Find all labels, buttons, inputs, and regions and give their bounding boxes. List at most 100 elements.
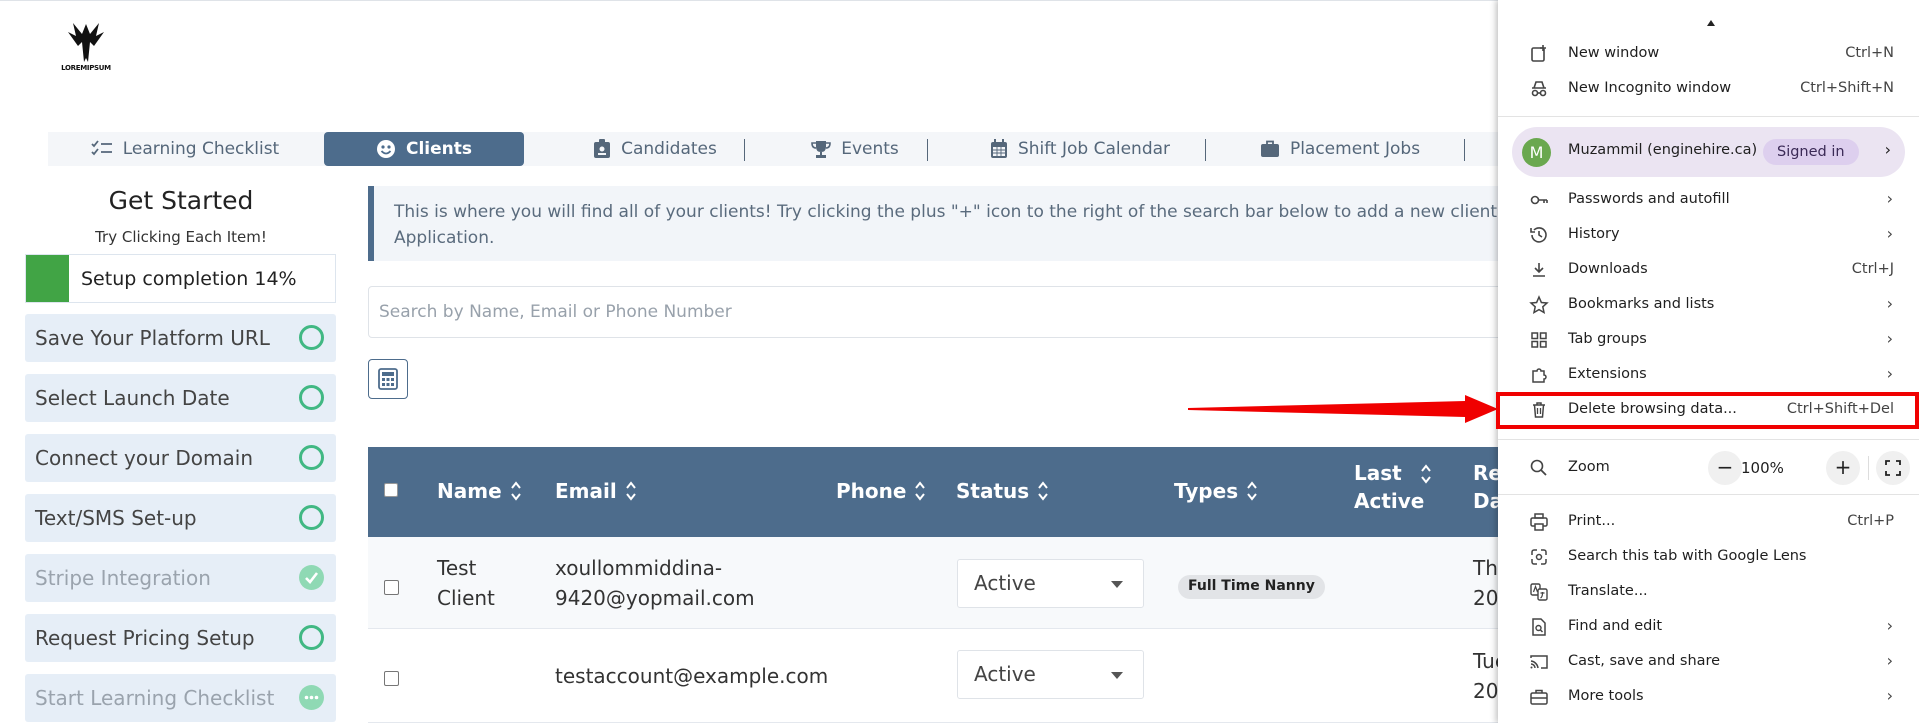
sort-icon	[915, 481, 926, 501]
smile-icon	[376, 140, 395, 158]
profile-chip[interactable]: M Muzammil (enginehire.ca) Signed in ›	[1512, 127, 1905, 177]
menu-item-history[interactable]: History ›	[1498, 219, 1919, 251]
chevron-right-icon: ›	[1884, 140, 1891, 159]
menu-item-extensions[interactable]: Extensions ›	[1498, 359, 1919, 391]
nav-divider	[1205, 139, 1206, 161]
task-stripe-integration[interactable]: Stripe Integration	[25, 554, 336, 602]
column-header-name[interactable]: Name	[437, 479, 522, 503]
trophy-icon	[811, 141, 832, 158]
tab-label: Shift Job Calendar	[1017, 139, 1171, 159]
brand-logo[interactable]: LOREMIPSUM	[60, 20, 112, 78]
task-save-platform-url[interactable]: Save Your Platform URL	[25, 314, 336, 362]
history-icon	[1530, 227, 1547, 243]
caret-down-icon	[1111, 672, 1123, 679]
menu-label: Passwords and autofill	[1568, 191, 1730, 207]
task-select-launch-date[interactable]: Select Launch Date	[25, 374, 336, 422]
caret-up-icon	[1707, 20, 1715, 26]
tab-groups-icon	[1531, 332, 1547, 348]
menu-item-google-lens[interactable]: Search this tab with Google Lens	[1498, 541, 1919, 573]
cast-icon	[1530, 655, 1548, 669]
progress-label: Setup completion 14%	[81, 268, 297, 290]
zoom-out-button[interactable]: −	[1708, 451, 1742, 485]
menu-divider	[1498, 116, 1919, 117]
sort-icon[interactable]	[1420, 463, 1432, 485]
menu-label: Print...	[1568, 513, 1616, 529]
menu-item-passwords[interactable]: Passwords and autofill ›	[1498, 184, 1919, 216]
menu-shortcut: Ctrl+P	[1847, 513, 1894, 529]
task-request-pricing-setup[interactable]: Request Pricing Setup	[25, 614, 336, 662]
status-value: Active	[974, 571, 1036, 595]
nav-divider	[744, 139, 745, 161]
menu-label: Downloads	[1568, 261, 1648, 277]
get-started-title: Get Started	[108, 186, 254, 215]
tab-learning-checklist[interactable]: Learning Checklist	[90, 132, 280, 166]
zoom-divider	[1868, 456, 1869, 480]
briefcase-icon	[1260, 140, 1279, 157]
tab-label: Learning Checklist	[122, 139, 280, 159]
caret-down-icon	[1111, 581, 1123, 588]
menu-label: Translate...	[1568, 583, 1648, 599]
registered-date: Th 20	[1473, 556, 1499, 610]
menu-item-find-and-edit[interactable]: Find and edit ›	[1498, 611, 1919, 643]
menu-label: More tools	[1568, 688, 1644, 704]
zoom-in-button[interactable]: +	[1826, 451, 1860, 485]
chevron-right-icon: ›	[1886, 189, 1893, 208]
row-checkbox[interactable]	[384, 671, 399, 686]
table-row[interactable]: testaccount@example.com Active Tue 20	[368, 629, 1508, 723]
menu-label: Extensions	[1568, 366, 1647, 382]
menu-divider	[1498, 439, 1919, 440]
menu-item-tab-groups[interactable]: Tab groups ›	[1498, 324, 1919, 356]
column-header-last-active[interactable]: Last Active	[1354, 461, 1424, 513]
task-label: Start Learning Checklist	[35, 686, 275, 710]
calendar-icon	[990, 139, 1007, 158]
calculator-button[interactable]	[368, 359, 408, 399]
print-icon	[1530, 513, 1548, 531]
row-checkbox[interactable]	[384, 580, 399, 595]
menu-item-bookmarks[interactable]: Bookmarks and lists ›	[1498, 289, 1919, 321]
menu-shortcut: Ctrl+J	[1851, 261, 1894, 277]
client-email: xoullommiddina- 9420@yopmail.com	[555, 556, 755, 610]
sort-icon	[1247, 481, 1257, 501]
menu-label: Find and edit	[1568, 618, 1663, 634]
menu-shortcut: Ctrl+Shift+N	[1800, 80, 1894, 96]
incognito-icon	[1531, 81, 1547, 97]
menu-shortcut: Ctrl+N	[1845, 45, 1894, 61]
sort-icon	[510, 481, 521, 501]
chevron-right-icon: ›	[1886, 364, 1893, 383]
annotation-arrow	[1188, 395, 1498, 423]
column-header-types[interactable]: Types	[1174, 479, 1258, 503]
zoom-label: Zoom	[1568, 459, 1610, 475]
menu-item-more-tools[interactable]: More tools ›	[1498, 681, 1919, 713]
tab-events[interactable]: Events	[780, 132, 930, 166]
status-dropdown[interactable]: Active	[957, 650, 1144, 699]
sort-icon	[1038, 481, 1048, 501]
menu-item-cast-save-share[interactable]: Cast, save and share ›	[1498, 646, 1919, 678]
zoom-value: 100%	[1741, 459, 1784, 477]
tab-candidates[interactable]: Candidates	[570, 132, 740, 166]
menu-item-downloads[interactable]: Downloads Ctrl+J	[1498, 254, 1919, 286]
chevron-right-icon: ›	[1886, 651, 1893, 670]
menu-item-new-incognito[interactable]: New Incognito window Ctrl+Shift+N	[1498, 73, 1919, 105]
column-header-status[interactable]: Status	[956, 479, 1049, 503]
column-header-phone[interactable]: Phone	[836, 479, 926, 503]
task-start-learning-checklist[interactable]: Start Learning Checklist	[25, 674, 336, 722]
tab-shift-job-calendar[interactable]: Shift Job Calendar	[970, 132, 1190, 166]
menu-item-print[interactable]: Print... Ctrl+P	[1498, 506, 1919, 538]
tab-placement-jobs[interactable]: Placement Jobs	[1240, 132, 1440, 166]
menu-item-new-window[interactable]: New window Ctrl+N	[1498, 38, 1919, 70]
tab-clients[interactable]: Clients	[324, 132, 524, 166]
signed-in-badge: Signed in	[1763, 139, 1859, 165]
column-header-email[interactable]: Email	[555, 479, 637, 503]
task-text-sms-setup[interactable]: Text/SMS Set-up	[25, 494, 336, 542]
task-connect-domain[interactable]: Connect your Domain	[25, 434, 336, 482]
fullscreen-button[interactable]	[1876, 451, 1910, 485]
toolbox-icon	[1530, 689, 1548, 705]
status-dropdown[interactable]: Active	[957, 559, 1144, 608]
table-row[interactable]: Test Client xoullommiddina- 9420@yopmail.c…	[368, 537, 1508, 629]
client-search-input[interactable]	[368, 286, 1508, 338]
menu-item-translate[interactable]: Translate...	[1498, 576, 1919, 608]
circle-check-icon	[299, 325, 324, 350]
puzzle-icon	[1532, 368, 1547, 383]
client-email: testaccount@example.com	[555, 664, 829, 688]
select-all-checkbox[interactable]	[384, 483, 398, 497]
